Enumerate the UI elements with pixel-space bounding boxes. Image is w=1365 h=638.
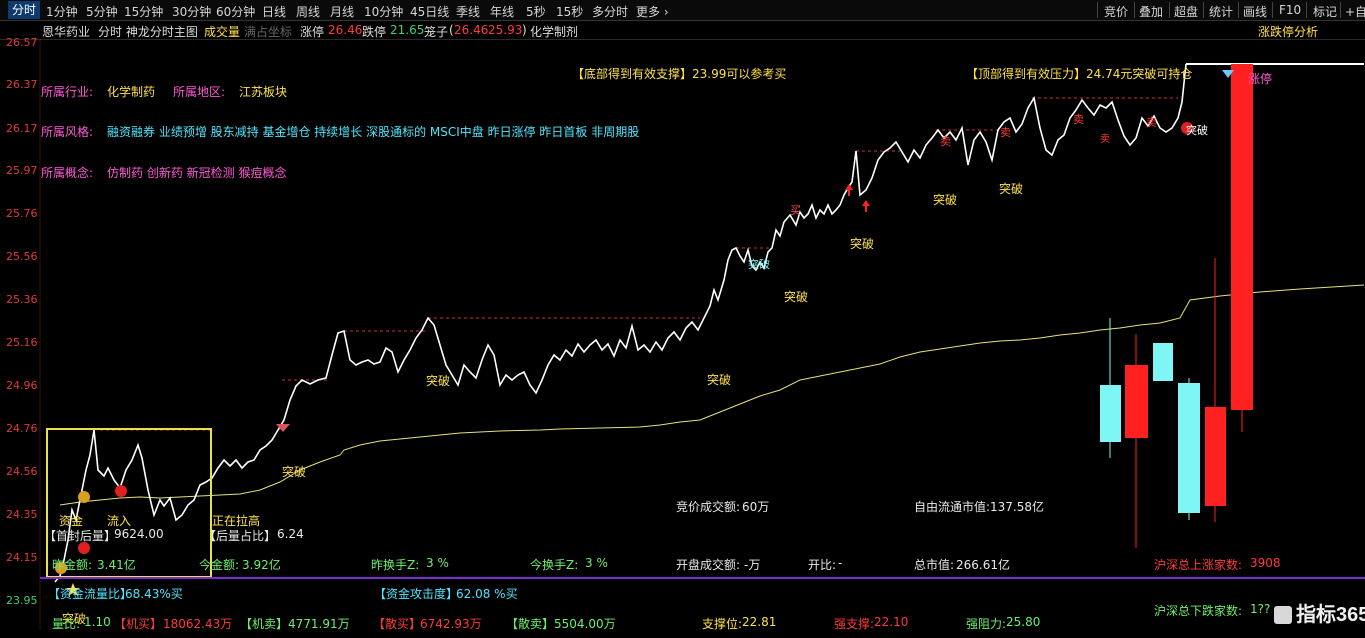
region-label: 所属地区:: [173, 85, 226, 99]
open-ratio-label: 开比:: [808, 558, 837, 572]
candle-cyan: [1153, 343, 1173, 381]
candle-cyan: [1100, 385, 1121, 442]
sell-label: 卖: [1146, 116, 1157, 129]
breakout-label: 突破: [426, 374, 451, 388]
sell-label: 卖: [1073, 113, 1084, 126]
retail-buy-value: 6742.93万: [420, 617, 482, 631]
first-seal-label: 【首封后量】: [44, 529, 117, 543]
yesterday-turnover-value: 3 %: [426, 556, 449, 570]
after-ratio-value: 6.24: [277, 527, 304, 541]
fund-attack-value: 62.08 %买: [456, 587, 518, 601]
fund-flow-value: 68.43%买: [125, 587, 183, 601]
strong-resist-value: 25.80: [1006, 615, 1041, 629]
up-arrow-icon: [862, 200, 870, 212]
breakout-label: 突破: [748, 258, 770, 271]
breakout-label: 突破: [1186, 124, 1208, 137]
candle-red: [1231, 64, 1253, 410]
sell-label: 卖: [1100, 134, 1110, 145]
today-turnover-value: 3 %: [585, 556, 608, 570]
inst-buy-value: 18062.43万: [163, 617, 233, 631]
retail-sell-label: 【散卖】: [506, 617, 555, 631]
candle-cyan: [1178, 383, 1200, 513]
support-banner: 【底部得到有效支撑】23.99可以参考买: [572, 67, 787, 81]
volume-ratio-label: 量比:: [52, 617, 81, 631]
candle-red-fill: [1127, 367, 1146, 436]
inst-buy-label: 【机买】: [114, 617, 163, 631]
sh-sz-up-value: 3908: [1250, 556, 1281, 570]
inst-sell-label: 【机卖】: [240, 617, 289, 631]
strong-resist-label: 强阻力:: [966, 617, 1007, 631]
watermark: 指标365: [1274, 598, 1365, 627]
float-cap-value: 137.58亿: [990, 500, 1044, 514]
total-cap-label: 总市值:: [914, 558, 955, 572]
yesterday-amount-value: 3.41亿: [97, 558, 136, 572]
sell-label: 卖: [940, 135, 951, 148]
style-value: 融资融券 业绩预增 股东减持 基金增仓 持续增长 深股通标的 MSCI中盘 昨日…: [107, 125, 640, 139]
open-ratio-value: -: [838, 556, 843, 570]
breakout-label: 突破: [999, 182, 1024, 196]
style-label: 所属风格:: [41, 125, 94, 139]
open-amount-label: 开盘成交额:: [676, 558, 741, 572]
inst-sell-value: 4771.91万: [288, 617, 350, 631]
strong-support-value: 22.10: [874, 615, 909, 629]
volume-ratio-value: 1.10: [84, 615, 111, 629]
buy-signal-icon: [115, 485, 127, 497]
today-amount-value: 3.92亿: [242, 558, 281, 572]
total-cap-value: 266.61亿: [956, 558, 1010, 572]
watermark-logo-icon: [1274, 606, 1292, 624]
breakout-label: 突破: [933, 193, 958, 207]
sh-sz-up-label: 沪深总上涨家数:: [1154, 558, 1243, 572]
open-amount-value: -万: [744, 558, 761, 572]
fund-attack-label: 【资金攻击度】: [374, 587, 459, 601]
region-value: 江苏板块: [239, 85, 288, 99]
strong-support-label: 强支撑:: [834, 617, 875, 631]
yesterday-amount-label: 昨金额:: [52, 558, 93, 572]
breakout-label: 突破: [707, 373, 732, 387]
breakout-label: 突破: [282, 465, 307, 479]
breakout-levels: [100, 97, 1178, 431]
sh-sz-down-label: 沪深总下跌家数:: [1154, 604, 1243, 618]
concept-label: 所属概念:: [41, 166, 94, 180]
retail-sell-value: 5504.00万: [554, 617, 616, 631]
support-label: 支撑位:: [702, 617, 743, 631]
yesterday-turnover-label: 昨换手Z:: [371, 558, 420, 572]
after-ratio-label: 【后量占比】: [204, 529, 277, 543]
candles: [1100, 64, 1253, 548]
industry-value: 化学制药: [107, 85, 156, 99]
fund-flow-label: 【资金流量比】: [48, 587, 133, 601]
retail-buy-label: 【散买】: [373, 617, 422, 631]
candle-red: [1205, 407, 1226, 506]
bid-amount-label: 竞价成交额:: [676, 500, 741, 514]
breakout-label: 突破: [850, 237, 875, 251]
support-value: 22.81: [742, 615, 777, 629]
sh-sz-down-value: 1??: [1250, 602, 1271, 616]
today-turnover-label: 今换手Z:: [530, 558, 579, 572]
buy-label: 买: [790, 204, 801, 217]
watermark-text: 指标365: [1296, 604, 1365, 626]
resistance-banner: 【顶部得到有效压力】24.74元突破可持仓: [966, 67, 1193, 81]
sell-label: 卖: [1000, 126, 1011, 139]
avg-price-line: [59, 284, 1365, 506]
concept-value: 仿制药 创新药 新冠检测 猴痘概念: [107, 166, 287, 180]
breakout-label: 突破: [784, 290, 809, 304]
money-bag-icon: [78, 491, 90, 503]
up-arrow-icon: [845, 184, 853, 196]
float-cap-label: 自由流通市值:: [914, 500, 991, 514]
bid-amount-value: 60万: [742, 500, 770, 514]
first-seal-value: 9624.00: [114, 527, 164, 541]
today-amount-label: 今金额:: [199, 558, 240, 572]
industry-label: 所属行业:: [41, 85, 94, 99]
limit-up-flag: 涨停: [1248, 72, 1273, 86]
